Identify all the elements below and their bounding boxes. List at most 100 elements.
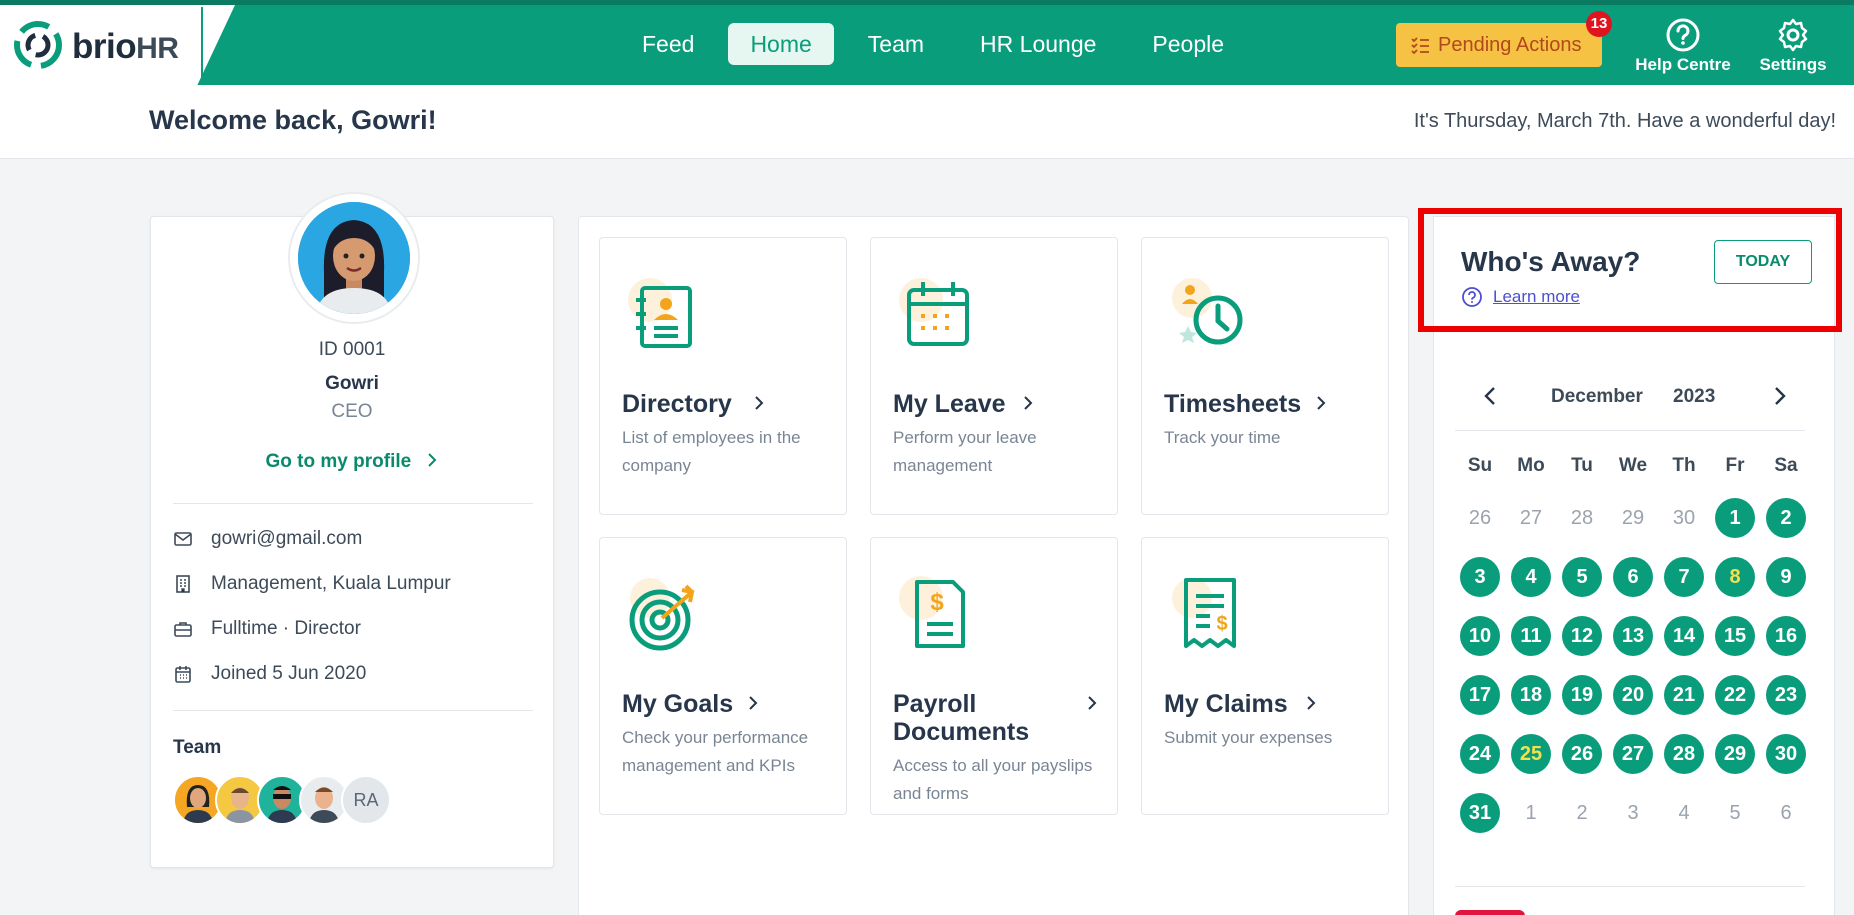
calendar-day-outside-month[interactable]: 26: [1460, 498, 1500, 538]
calendar-year[interactable]: 2023: [1673, 386, 1715, 408]
calendar-day[interactable]: 7: [1664, 557, 1704, 597]
location-text: Management, Kuala Lumpur: [211, 573, 451, 594]
tile-title: My Claims: [1164, 690, 1288, 718]
calendar-day[interactable]: 6: [1613, 557, 1653, 597]
nav-home[interactable]: Home: [728, 23, 834, 65]
calendar-day[interactable]: 11: [1511, 616, 1551, 656]
employee-id: ID 0001: [318, 339, 386, 360]
joined-text: Joined 5 Jun 2020: [211, 663, 367, 684]
calendar-day[interactable]: 27: [1613, 734, 1653, 774]
calendar-day[interactable]: 15: [1715, 616, 1755, 656]
nav-people[interactable]: People: [1130, 23, 1246, 65]
weekday-label: Sa: [1774, 455, 1798, 476]
weekday-label: Th: [1672, 455, 1696, 476]
learn-more-link[interactable]: Learn more: [1493, 287, 1580, 307]
email-text: gowri@gmail.com: [211, 528, 363, 549]
quick-links-panel: Directory List of employees in the compa…: [578, 216, 1409, 915]
calendar-day-outside-month[interactable]: 28: [1562, 498, 1602, 538]
nav-team[interactable]: Team: [846, 23, 946, 65]
calendar-day[interactable]: 19: [1562, 675, 1602, 715]
calendar-day[interactable]: 13: [1613, 616, 1653, 656]
help-centre-button[interactable]: Help Centre: [1628, 17, 1738, 75]
calendar-day-outside-month[interactable]: 2: [1562, 793, 1602, 833]
nav-feed[interactable]: Feed: [620, 23, 716, 65]
calendar-day[interactable]: 25: [1511, 734, 1551, 774]
calendar-day[interactable]: 26: [1562, 734, 1602, 774]
calendar-day[interactable]: 8: [1715, 557, 1755, 597]
pending-actions-label: Pending Actions: [1438, 34, 1582, 56]
receipt-icon: $: [1172, 578, 1236, 648]
settings-button[interactable]: Settings: [1738, 17, 1848, 75]
today-button[interactable]: TODAY: [1714, 240, 1812, 284]
employee-role: CEO: [331, 401, 373, 422]
chevron-left-icon[interactable]: [1479, 384, 1503, 408]
gear-icon: [1778, 18, 1808, 52]
calendar-day[interactable]: 18: [1511, 675, 1551, 715]
tile-directory[interactable]: Directory List of employees in the compa…: [599, 237, 847, 515]
calendar-header: December 2023: [1455, 378, 1805, 414]
calendar-day[interactable]: 29: [1715, 734, 1755, 774]
calendar-day[interactable]: 30: [1766, 734, 1806, 774]
learn-more-row: Learn more: [1461, 286, 1580, 308]
calendar-day[interactable]: 4: [1511, 557, 1551, 597]
calendar-day-outside-month[interactable]: 29: [1613, 498, 1653, 538]
chevron-right-icon: [428, 453, 437, 467]
calendar-day[interactable]: 22: [1715, 675, 1755, 715]
calendar-day[interactable]: 23: [1766, 675, 1806, 715]
calendar-day[interactable]: 12: [1562, 616, 1602, 656]
chevron-right-icon[interactable]: [1767, 384, 1791, 408]
tile-description: Perform your leave management: [893, 428, 1037, 475]
calendar-day-outside-month[interactable]: 27: [1511, 498, 1551, 538]
go-to-profile-link[interactable]: Go to my profile: [151, 451, 553, 473]
logo-area[interactable]: brioHR: [0, 5, 235, 85]
tile-title: My Goals: [622, 690, 734, 718]
avatar[interactable]: [298, 202, 410, 314]
mail-icon: [174, 532, 192, 546]
calendar-day-outside-month[interactable]: 1: [1511, 793, 1551, 833]
team-member-initials[interactable]: RA: [341, 775, 391, 825]
tile-my-leave[interactable]: My Leave Perform your leave management: [870, 237, 1118, 515]
tile-my-goals[interactable]: My Goals Check your performance manageme…: [599, 537, 847, 815]
calendar-day[interactable]: 24: [1460, 734, 1500, 774]
calendar-day[interactable]: 3: [1460, 557, 1500, 597]
status-pill[interactable]: [1455, 910, 1525, 915]
calendar-day[interactable]: 10: [1460, 616, 1500, 656]
calendar-day[interactable]: 2: [1766, 498, 1806, 538]
employment-row: Fulltime · Director: [173, 616, 361, 642]
calendar-month[interactable]: December: [1551, 386, 1643, 408]
tile-description: Submit your expenses: [1164, 728, 1333, 747]
tile-timesheets[interactable]: Timesheets Track your time: [1141, 237, 1389, 515]
calendar-day-outside-month[interactable]: 3: [1613, 793, 1653, 833]
calendar-day[interactable]: 20: [1613, 675, 1653, 715]
calendar-day-outside-month[interactable]: 6: [1766, 793, 1806, 833]
welcome-date: It's Thursday, March 7th. Have a wonderf…: [1413, 110, 1836, 132]
weekday-label: We: [1618, 455, 1648, 476]
tile-title: Directory: [622, 390, 732, 418]
calendar-divider: [1455, 430, 1805, 431]
calendar-day[interactable]: 14: [1664, 616, 1704, 656]
help-centre-label: Help Centre: [1635, 55, 1731, 74]
calendar-day-outside-month[interactable]: 5: [1715, 793, 1755, 833]
tile-my-claims[interactable]: $ My Claims Submit your expenses: [1141, 537, 1389, 815]
calendar-day[interactable]: 16: [1766, 616, 1806, 656]
calendar-day[interactable]: 28: [1664, 734, 1704, 774]
calendar-day[interactable]: 21: [1664, 675, 1704, 715]
chevron-right-icon: [755, 396, 764, 410]
help-icon: [1666, 18, 1700, 52]
pending-actions-button[interactable]: Pending Actions 13: [1396, 11, 1612, 67]
question-circle-icon: [1462, 287, 1482, 307]
calendar-day-outside-month[interactable]: 30: [1664, 498, 1704, 538]
calendar-day[interactable]: 17: [1460, 675, 1500, 715]
tile-payroll-documents[interactable]: $ Payroll Documents Access to all your p…: [870, 537, 1118, 815]
calendar-day-outside-month[interactable]: 4: [1664, 793, 1704, 833]
calendar-day[interactable]: 9: [1766, 557, 1806, 597]
calendar-day[interactable]: 31: [1460, 793, 1500, 833]
location-row: Management, Kuala Lumpur: [173, 571, 451, 597]
nav-hr-lounge[interactable]: HR Lounge: [958, 23, 1118, 65]
calendar-day[interactable]: 1: [1715, 498, 1755, 538]
brand-name-b: HR: [136, 32, 179, 65]
divider: [173, 503, 533, 504]
settings-label: Settings: [1759, 55, 1827, 74]
chevron-right-icon: [1024, 396, 1033, 410]
calendar-day[interactable]: 5: [1562, 557, 1602, 597]
